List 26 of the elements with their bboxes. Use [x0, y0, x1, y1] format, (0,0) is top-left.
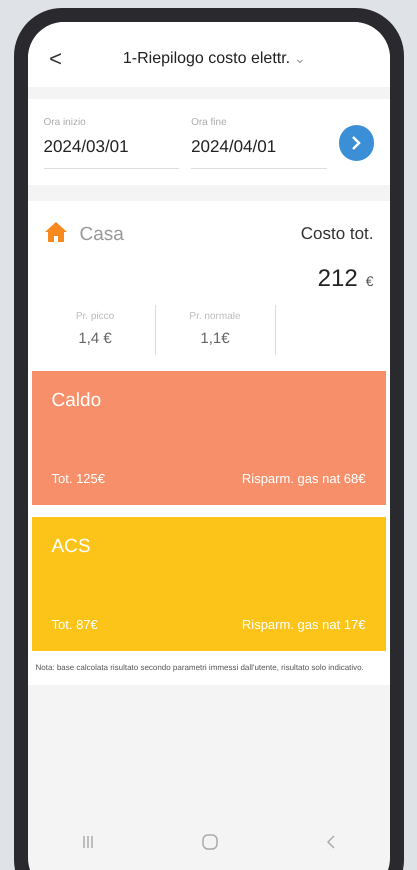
note-text: Nota: base calcolata risultato secondo parametri immessi dall'utente, risultato solo indicativo. [34, 662, 365, 672]
card-total: Tot. 87€ [52, 616, 98, 634]
card-title: ACS [52, 534, 92, 558]
page-title: 1-Riepilogo costo elettr. [122, 48, 290, 68]
back-button[interactable]: < [44, 42, 68, 75]
home-icon [44, 220, 68, 242]
total-cost-value: 212 [318, 264, 358, 294]
price-value: 1,4 € [78, 329, 112, 349]
date-label: Ora inizio [44, 116, 87, 130]
price-label: Pr. picco [76, 310, 114, 324]
card-title: Caldo [52, 388, 102, 412]
card-saving: Risparm. gas nat 68€ [242, 470, 366, 488]
date-field[interactable]: 2024/03/01 [44, 130, 180, 168]
date-label: Ora fine [191, 116, 228, 130]
date-field[interactable]: 2024/04/01 [191, 130, 327, 168]
home-name: Casa [80, 222, 124, 246]
price-value: 1,1€ [200, 329, 230, 349]
total-cost-label: Costo tot. [300, 222, 374, 244]
home-button-icon[interactable] [202, 834, 218, 850]
recent-apps-icon[interactable] [81, 835, 96, 849]
card-saving: Risparm. gas nat 17€ [242, 616, 366, 634]
price-label: Pr. normale [189, 310, 241, 324]
next-button[interactable] [338, 124, 374, 160]
currency-symbol: € [366, 272, 374, 291]
back-nav-icon[interactable] [326, 835, 336, 849]
card-total: Tot. 125€ [52, 470, 105, 488]
